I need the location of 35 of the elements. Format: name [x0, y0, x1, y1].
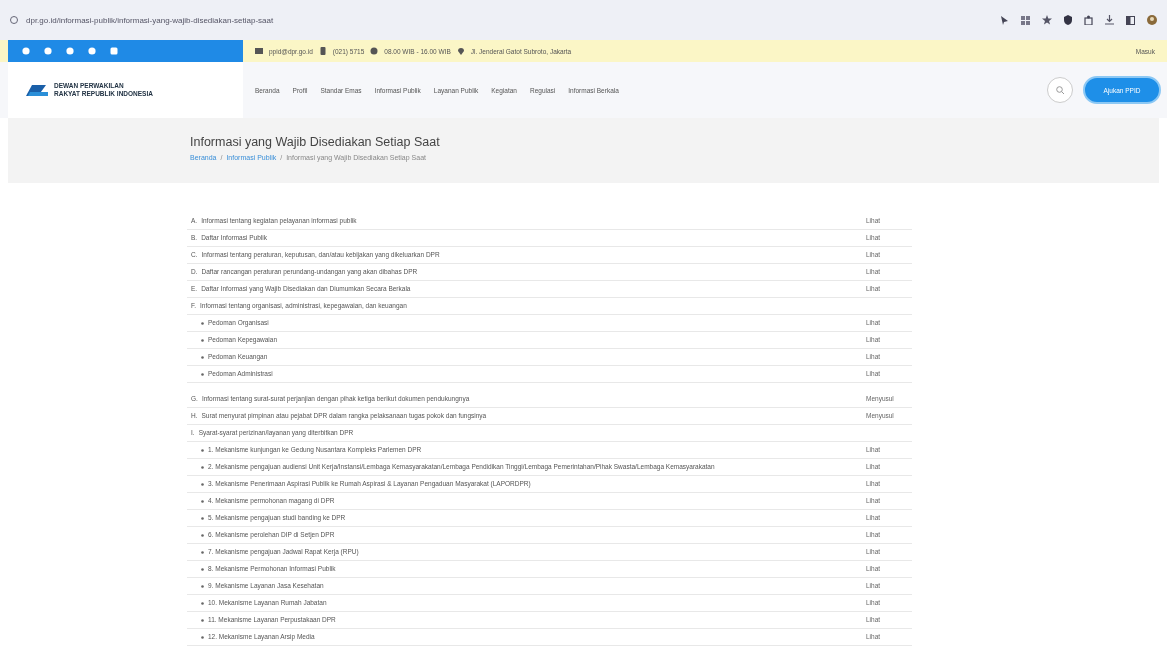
bullet-icon [201, 551, 204, 554]
bullet-icon [201, 636, 204, 639]
bullet-icon [201, 449, 204, 452]
bullet-icon [201, 373, 204, 376]
bullet-icon [201, 466, 204, 469]
bullet-icon [201, 322, 204, 325]
profile-icon[interactable] [1147, 15, 1157, 25]
bullet-icon [201, 585, 204, 588]
bullet-icon [201, 534, 204, 537]
bullet-icon [201, 500, 204, 503]
bullet-icon [201, 568, 204, 571]
logo-icon [24, 82, 50, 98]
shield-icon[interactable] [1064, 15, 1072, 25]
window-icon[interactable] [1126, 15, 1135, 25]
bullet-icon [201, 356, 204, 359]
social-icon[interactable] [88, 47, 96, 55]
bullet-icon [201, 483, 204, 486]
cursor-icon[interactable] [1000, 14, 1009, 26]
page-title: Informasi yang Wajib Disediakan Setiap Saat [190, 135, 441, 149]
info-icon[interactable] [10, 16, 18, 24]
bullet-icon [201, 339, 204, 342]
social-icon[interactable] [44, 47, 52, 55]
social-icon[interactable] [110, 47, 118, 55]
pin-icon [456, 47, 465, 55]
social-icon[interactable] [66, 47, 74, 55]
envelope-icon [255, 47, 263, 55]
bullet-icon [201, 619, 204, 622]
star-icon[interactable] [1042, 15, 1052, 25]
phone-icon [318, 47, 327, 55]
social-icon[interactable] [22, 47, 30, 55]
download-icon[interactable] [1105, 15, 1114, 25]
grid-icon[interactable] [1021, 15, 1030, 25]
bullet-icon [201, 517, 204, 520]
bullet-icon [201, 602, 204, 605]
search-icon [1056, 86, 1064, 94]
